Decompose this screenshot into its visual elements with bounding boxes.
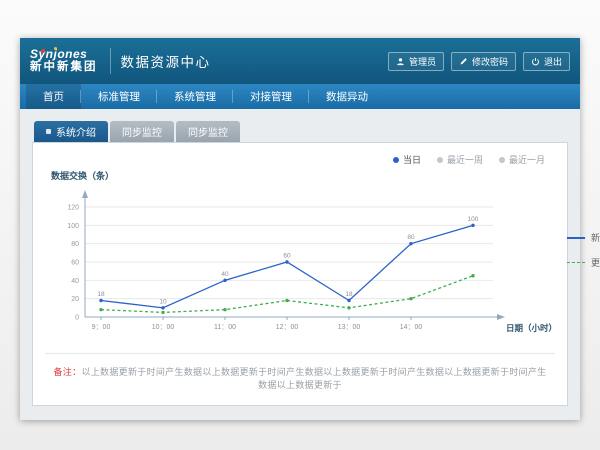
svg-text:9：00: 9：00 xyxy=(92,324,111,331)
svg-text:60: 60 xyxy=(71,260,79,267)
svg-text:12：00: 12：00 xyxy=(276,324,299,331)
tab-label: 同步监控 xyxy=(122,124,162,139)
legend-label: 更新数据 xyxy=(591,256,600,269)
svg-text:0: 0 xyxy=(75,315,79,322)
tab-bullet-icon xyxy=(46,129,51,134)
change-password-label: 修改密码 xyxy=(472,55,508,68)
svg-text:10: 10 xyxy=(159,298,167,305)
change-password-button[interactable]: 修改密码 xyxy=(451,52,516,71)
nav-item-label: 标准管理 xyxy=(98,89,140,104)
app-header: Synjones 新中新集团 数据资源中心 管理员 修改密码 xyxy=(20,38,580,84)
svg-text:120: 120 xyxy=(67,205,79,212)
filter-label: 最近一周 xyxy=(447,153,483,166)
filter-today[interactable]: 当日 xyxy=(393,153,421,166)
legend-new-data[interactable]: 新增数据 xyxy=(567,231,600,244)
admin-user-button[interactable]: 管理员 xyxy=(388,52,444,71)
app-window: Synjones 新中新集团 数据资源中心 管理员 修改密码 xyxy=(20,38,580,420)
tab-label: 同步监控 xyxy=(188,124,228,139)
main-nav: 首页 标准管理 系统管理 对接管理 数据异动 xyxy=(20,84,580,109)
svg-text:20: 20 xyxy=(71,296,79,303)
svg-text:11：00: 11：00 xyxy=(214,324,236,331)
chart-range-filters: 当日 最近一周 最近一月 xyxy=(45,151,555,166)
svg-text:80: 80 xyxy=(407,234,415,241)
page-title: 数据资源中心 xyxy=(121,51,211,71)
logout-label: 退出 xyxy=(544,55,562,68)
svg-text:40: 40 xyxy=(71,278,79,285)
dashed-line-swatch-icon xyxy=(567,262,585,263)
nav-item-label: 对接管理 xyxy=(250,89,292,104)
filter-label: 最近一月 xyxy=(509,153,545,166)
legend-updated-data[interactable]: 更新数据 xyxy=(567,256,600,269)
svg-text:14：00: 14：00 xyxy=(400,324,423,331)
tab-sync-monitor-2[interactable]: 同步监控 xyxy=(176,121,240,142)
brand-logo: Synjones 新中新集团 xyxy=(30,48,100,74)
chart-row: 0 20 40 60 80 100 120 9：00 10：00 11：00 12：00 13：00 1… xyxy=(45,183,555,335)
footnote-prefix: 备注： xyxy=(54,367,82,377)
filter-last-month[interactable]: 最近一月 xyxy=(499,153,545,166)
nav-item-connection-mgmt[interactable]: 对接管理 xyxy=(233,84,309,109)
footnote: 备注：以上数据更新于时间产生数据以上数据更新于时间产生数据以上数据更新于时间产生… xyxy=(45,353,555,395)
svg-text:10：00: 10：00 xyxy=(152,324,175,331)
nav-item-system-mgmt[interactable]: 系统管理 xyxy=(157,84,233,109)
edit-icon xyxy=(459,57,468,66)
nav-item-standard-mgmt[interactable]: 标准管理 xyxy=(81,84,157,109)
svg-text:60: 60 xyxy=(283,253,291,260)
filter-dot-icon xyxy=(499,157,505,163)
filter-dot-icon xyxy=(437,157,443,163)
svg-text:40: 40 xyxy=(221,271,229,278)
x-axis-title: 日期（小时） xyxy=(506,322,557,334)
chart-card: 当日 最近一周 最近一月 数据交换（条） 0 20 40 60 80 100 120 9：00… xyxy=(32,142,568,406)
legend-label: 新增数据 xyxy=(591,231,600,244)
nav-item-data-changes[interactable]: 数据异动 xyxy=(309,84,385,109)
chart-wrap: 0 20 40 60 80 100 120 9：00 10：00 11：00 12：00 13：00 1… xyxy=(45,183,509,335)
footnote-text: 以上数据更新于时间产生数据以上数据更新于时间产生数据以上数据更新于时间产生数据以… xyxy=(81,367,546,390)
filter-last-week[interactable]: 最近一周 xyxy=(437,153,483,166)
filter-dot-icon xyxy=(393,157,399,163)
nav-item-label: 系统管理 xyxy=(174,89,216,104)
nav-item-label: 首页 xyxy=(43,89,64,104)
logout-button[interactable]: 退出 xyxy=(523,52,570,71)
tab-bar: 系统介绍 同步监控 同步监控 xyxy=(32,121,568,142)
company-name: 新中新集团 xyxy=(30,61,98,74)
filter-label: 当日 xyxy=(403,153,421,166)
svg-text:13：00: 13：00 xyxy=(338,324,361,331)
tab-sync-monitor-1[interactable]: 同步监控 xyxy=(110,121,174,142)
svg-text:18: 18 xyxy=(97,291,105,298)
svg-text:18: 18 xyxy=(345,291,353,298)
tab-system-intro[interactable]: 系统介绍 xyxy=(34,121,108,142)
admin-user-label: 管理员 xyxy=(409,55,436,68)
tab-label: 系统介绍 xyxy=(56,124,96,139)
nav-item-label: 数据异动 xyxy=(326,89,368,104)
svg-text:100: 100 xyxy=(468,216,479,223)
svg-text:80: 80 xyxy=(71,241,79,248)
line-chart: 0 20 40 60 80 100 120 9：00 10：00 11：00 12：00 13：00 1… xyxy=(45,183,509,335)
content-area: 系统介绍 同步监控 同步监控 当日 最近一周 xyxy=(20,109,580,420)
series-legend: 新增数据 更新数据 xyxy=(567,231,600,269)
svg-text:100: 100 xyxy=(67,223,79,230)
header-divider xyxy=(110,48,111,74)
solid-line-swatch-icon xyxy=(567,237,585,239)
desktop-background: Synjones 新中新集团 数据资源中心 管理员 修改密码 xyxy=(0,0,600,450)
y-axis-title: 数据交换（条） xyxy=(51,169,555,182)
nav-item-home[interactable]: 首页 xyxy=(26,84,81,109)
user-icon xyxy=(396,57,405,66)
power-icon xyxy=(531,57,540,66)
